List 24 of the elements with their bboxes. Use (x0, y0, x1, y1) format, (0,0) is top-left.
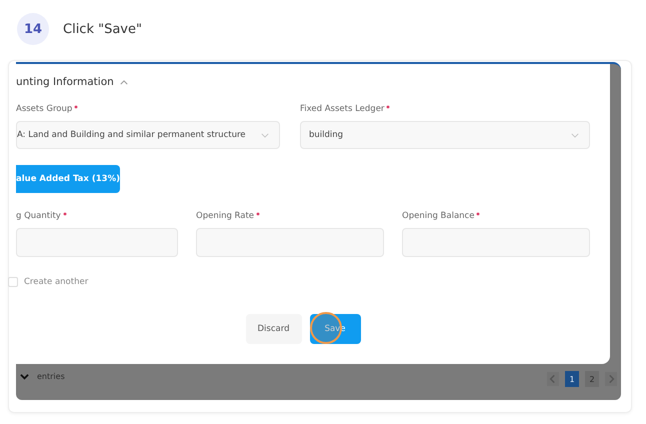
section-title: unting Information (16, 76, 114, 88)
chevron-down-icon[interactable] (20, 372, 29, 381)
chevron-down-icon (261, 132, 269, 138)
step-number: 14 (17, 13, 49, 45)
chevron-up-icon[interactable] (120, 80, 128, 84)
select-field[interactable]: building (300, 121, 590, 149)
chevron-down-icon (571, 132, 579, 138)
page-button[interactable]: 1 (565, 371, 579, 387)
previous-page-icon[interactable] (547, 372, 559, 386)
input-field[interactable] (16, 228, 178, 257)
field-label: g Quantity (16, 211, 61, 221)
step-instruction: Click "Save" (63, 22, 142, 36)
field-label: Fixed Assets Ledger (300, 104, 384, 114)
next-page-icon[interactable] (605, 372, 617, 386)
field-label: Opening Rate (196, 211, 254, 221)
input-field[interactable] (196, 228, 384, 257)
entries-label: entries (37, 372, 65, 381)
input-field[interactable] (402, 228, 590, 257)
discard-button[interactable]: Discard (246, 314, 302, 344)
checkbox-label: Create another (24, 277, 88, 287)
field-label: Assets Group (16, 104, 72, 114)
checkbox[interactable] (8, 277, 18, 287)
field-label: Opening Balance (402, 211, 474, 221)
select-field[interactable]: A: Land and Building and similar permanent structure (16, 121, 280, 149)
